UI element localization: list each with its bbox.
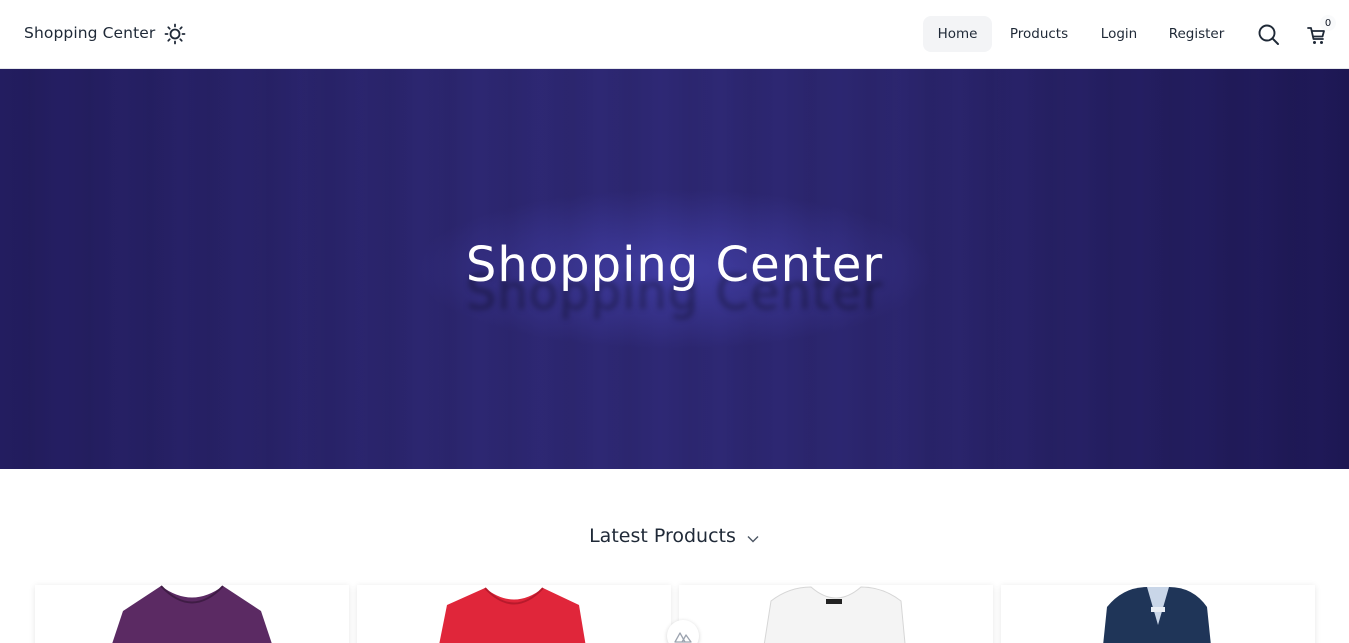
hero-banner: Shopping Center <box>0 69 1349 469</box>
product-card[interactable] <box>357 585 671 643</box>
purple-tshirt-image <box>112 585 272 643</box>
red-tshirt-image <box>439 587 586 643</box>
nav-login[interactable]: Login <box>1090 16 1148 52</box>
hero-title: Shopping Center <box>465 237 884 293</box>
nav-products[interactable]: Products <box>1001 16 1077 52</box>
latest-products-heading[interactable]: Latest Products <box>0 525 1349 547</box>
navy-jacket-image <box>1103 587 1211 643</box>
section-title-text: Latest Products <box>589 525 736 547</box>
brand-logo-text[interactable]: Shopping Center <box>24 24 155 42</box>
product-card[interactable] <box>679 585 993 643</box>
top-navbar: Shopping Center Home Products Login Regi… <box>0 0 1349 69</box>
product-card[interactable] <box>35 585 349 643</box>
search-icon[interactable] <box>1256 22 1282 48</box>
white-top-image <box>763 586 906 643</box>
nav-home[interactable]: Home <box>923 16 992 52</box>
chevron-down-icon <box>747 536 759 543</box>
product-card[interactable] <box>1001 585 1315 643</box>
cart-count-badge: 0 <box>1320 15 1336 31</box>
sun-icon[interactable] <box>164 23 186 45</box>
nav-register[interactable]: Register <box>1160 16 1233 52</box>
